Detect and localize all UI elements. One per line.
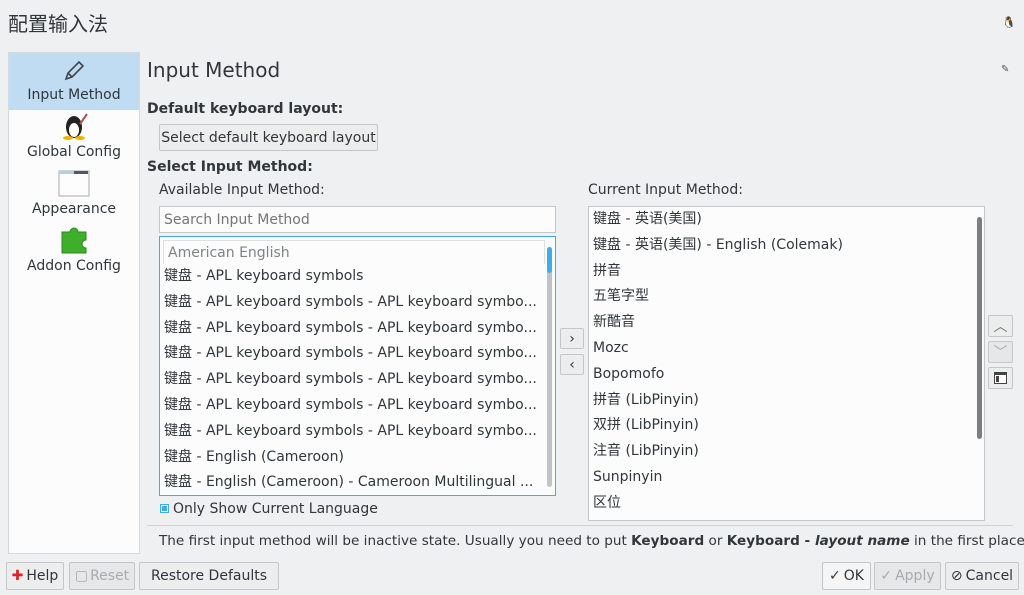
available-label: Available Input Method: — [159, 182, 325, 198]
only-current-language-label[interactable]: Only Show Current Language — [173, 501, 378, 517]
page-title: Input Method — [147, 58, 281, 82]
default-layout-label: Default keyboard layout: — [147, 101, 344, 117]
list-item[interactable]: 键盘 - APL keyboard symbols - APL keyboard… — [160, 367, 555, 393]
check-icon: ✓ — [880, 568, 893, 584]
add-im-button[interactable]: › — [560, 328, 584, 349]
list-item[interactable]: Bopomofo — [589, 362, 984, 388]
list-item[interactable]: 键盘 - APL keyboard symbols - APL keyboard… — [160, 419, 555, 445]
select-im-label: Select Input Method: — [147, 159, 313, 175]
list-item[interactable]: 注音 (LibPinyin) — [589, 439, 984, 465]
check-icon: ✓ — [829, 568, 841, 584]
chevron-up-icon: ︿ — [993, 319, 1008, 335]
list-item[interactable]: 拼音 — [589, 259, 984, 285]
restore-defaults-button[interactable]: Restore Defaults — [139, 562, 279, 590]
list-item[interactable]: 键盘 - 英语(美国) - English (Colemak) — [589, 233, 984, 259]
apply-button[interactable]: ✓ Apply — [874, 562, 941, 590]
cancel-icon: ⊘ — [950, 568, 963, 584]
list-item[interactable]: 拼音 (LibPinyin) — [589, 388, 984, 414]
only-current-language-checkbox[interactable] — [160, 504, 169, 513]
sidebar: Input Method Global Config Appearance Ad… — [8, 52, 140, 554]
scrollbar-handle[interactable] — [547, 247, 552, 273]
note-text: The first input method will be inactive … — [159, 533, 1024, 549]
list-item[interactable]: Sunpinyin — [589, 465, 984, 491]
select-default-layout-button[interactable]: Select default keyboard layout — [159, 124, 378, 151]
reset-button[interactable]: ▢ Reset — [69, 562, 135, 590]
list-item[interactable]: 键盘 - 英语(美国) — [589, 207, 984, 233]
help-button[interactable]: ✚ Help — [6, 562, 64, 590]
pencil-icon — [9, 53, 139, 83]
move-down-button[interactable]: ﹀ — [988, 341, 1013, 363]
chevron-left-icon: ‹ — [569, 356, 575, 373]
ok-button[interactable]: ✓ OK — [822, 562, 871, 590]
list-item[interactable]: Mozc — [589, 336, 984, 362]
scrollbar-track[interactable] — [547, 247, 552, 487]
sidebar-item-label: Global Config — [26, 144, 122, 160]
window-icon — [9, 167, 139, 197]
chevron-down-icon: ﹀ — [993, 345, 1008, 361]
configure-icon — [994, 372, 1007, 384]
available-im-list[interactable]: American English 键盘 - APL keyboard symbo… — [159, 236, 556, 496]
tux-penguin-icon: 🐧 — [1002, 16, 1016, 29]
sidebar-item-appearance[interactable]: Appearance — [9, 167, 139, 224]
reset-icon: ▢ — [74, 568, 89, 584]
list-item[interactable]: 键盘 - APL keyboard symbols - APL keyboard… — [160, 316, 555, 342]
cancel-button[interactable]: ⊘ Cancel — [945, 562, 1019, 590]
list-item[interactable]: 键盘 - APL keyboard symbols - APL keyboard… — [160, 290, 555, 316]
pencil-icon: ✎ — [1001, 64, 1010, 75]
sidebar-item-addon-config[interactable]: Addon Config — [9, 224, 139, 281]
list-item[interactable]: 五笔字型 — [589, 284, 984, 310]
current-im-list[interactable]: 键盘 - 英语(美国) 键盘 - 英语(美国) - English (Colema… — [588, 206, 985, 521]
divider — [147, 525, 1013, 526]
chevron-right-icon: › — [569, 330, 575, 347]
configure-im-button[interactable] — [988, 367, 1013, 389]
current-label: Current Input Method: — [588, 182, 743, 198]
list-item[interactable]: 键盘 - English (Cameroon) — [160, 445, 555, 471]
list-item[interactable]: 键盘 - APL keyboard symbols — [160, 264, 555, 290]
window-title: 配置输入法 — [8, 12, 108, 36]
search-input[interactable] — [159, 206, 556, 233]
sidebar-item-label: Input Method — [27, 87, 121, 103]
sidebar-item-input-method[interactable]: Input Method — [9, 53, 139, 110]
list-item[interactable]: 键盘 - English (Cameroon) - Cameroon Multi… — [160, 470, 555, 495]
remove-im-button[interactable]: ‹ — [560, 354, 584, 375]
scrollbar-handle[interactable] — [977, 217, 982, 439]
list-item[interactable]: 双拼 (LibPinyin) — [589, 413, 984, 439]
help-icon: ✚ — [11, 568, 24, 584]
sidebar-item-global-config[interactable]: Global Config — [9, 110, 139, 167]
list-item[interactable]: 区位 — [589, 491, 984, 517]
list-item[interactable]: 键盘 - APL keyboard symbols - APL keyboard… — [160, 341, 555, 367]
list-group-header: American English — [163, 240, 545, 264]
puzzle-piece-icon — [9, 224, 139, 254]
list-item[interactable]: 新酷音 — [589, 310, 984, 336]
tux-penguin-icon — [9, 110, 139, 140]
sidebar-item-label: Addon Config — [27, 258, 121, 274]
list-item[interactable]: 键盘 - APL keyboard symbols - APL keyboard… — [160, 393, 555, 419]
sidebar-item-label: Appearance — [31, 201, 117, 217]
move-up-button[interactable]: ︿ — [988, 315, 1013, 337]
